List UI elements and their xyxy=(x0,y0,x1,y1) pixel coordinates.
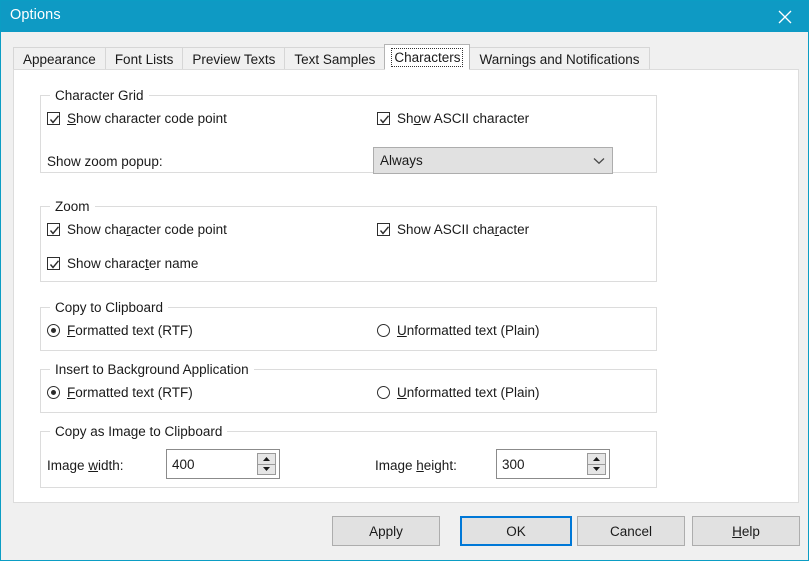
radio-insert-unformatted-plain[interactable]: Unformatted text (Plain) xyxy=(377,385,540,400)
tab-preview-texts[interactable]: Preview Texts xyxy=(182,47,286,70)
window-title: Options xyxy=(10,7,61,23)
cancel-button[interactable]: Cancel xyxy=(577,516,685,546)
checkbox-label: Show character name xyxy=(67,256,199,271)
spinner-buttons xyxy=(587,453,606,475)
help-button[interactable]: Help xyxy=(692,516,800,546)
group-legend: Character Grid xyxy=(50,88,149,103)
chevron-down-icon xyxy=(586,157,612,165)
image-width-value[interactable]: 400 xyxy=(167,450,257,478)
zoom-popup-label: Show zoom popup: xyxy=(47,154,163,169)
checkbox-grid-show-ascii[interactable]: Show ASCII character xyxy=(377,111,529,126)
checkmark-icon xyxy=(377,112,390,125)
tab-strip: Appearance Font Lists Preview Texts Text… xyxy=(13,44,650,70)
zoom-popup-value: Always xyxy=(380,153,423,168)
checkbox-label: Show character code point xyxy=(67,111,227,126)
radio-label: Formatted text (RTF) xyxy=(67,323,193,338)
options-dialog: Options Appearance Font Lists Preview Te… xyxy=(0,0,809,561)
apply-button[interactable]: Apply xyxy=(332,516,440,546)
radio-label: Unformatted text (Plain) xyxy=(397,323,540,338)
radio-label: Unformatted text (Plain) xyxy=(397,385,540,400)
checkbox-label: Show character code point xyxy=(67,222,227,237)
radio-insert-formatted-rtf[interactable]: Formatted text (RTF) xyxy=(47,385,193,400)
group-legend: Copy as Image to Clipboard xyxy=(50,424,228,439)
checkmark-icon xyxy=(47,223,60,236)
radio-dot-icon xyxy=(47,324,60,337)
radio-dot-icon xyxy=(377,386,390,399)
radio-copy-formatted-rtf[interactable]: Formatted text (RTF) xyxy=(47,323,193,338)
tab-text-samples[interactable]: Text Samples xyxy=(284,47,386,70)
checkmark-icon xyxy=(47,257,60,270)
checkbox-grid-show-code-point[interactable]: Show character code point xyxy=(47,111,227,126)
image-height-spinner[interactable]: 300 xyxy=(496,449,610,479)
tab-label: Preview Texts xyxy=(192,51,276,67)
radio-copy-unformatted-plain[interactable]: Unformatted text (Plain) xyxy=(377,323,540,338)
zoom-popup-dropdown[interactable]: Always xyxy=(373,147,613,174)
checkbox-label: Show ASCII character xyxy=(397,111,530,126)
image-height-value[interactable]: 300 xyxy=(497,450,587,478)
checkbox-zoom-show-code-point[interactable]: Show character code point xyxy=(47,222,227,237)
tab-label: Warnings and Notifications xyxy=(479,51,640,67)
tab-warnings-and-notifications[interactable]: Warnings and Notifications xyxy=(469,47,650,70)
triangle-up-icon[interactable] xyxy=(587,453,606,465)
checkbox-label: Show ASCII character xyxy=(397,222,530,237)
checkmark-icon xyxy=(377,223,390,236)
tab-appearance[interactable]: Appearance xyxy=(13,47,106,70)
spinner-buttons xyxy=(257,453,276,475)
image-height-label: Image height: xyxy=(375,458,457,473)
checkbox-zoom-show-ascii[interactable]: Show ASCII character xyxy=(377,222,529,237)
group-legend: Zoom xyxy=(50,199,95,214)
radio-dot-icon xyxy=(47,386,60,399)
tab-label: Appearance xyxy=(23,51,96,67)
radio-label: Formatted text (RTF) xyxy=(67,385,193,400)
radio-dot-icon xyxy=(377,324,390,337)
triangle-down-icon[interactable] xyxy=(587,464,606,475)
characters-tab-panel: Character Grid Show character code point… xyxy=(13,69,799,503)
image-width-label: Image width: xyxy=(47,458,124,473)
image-width-spinner[interactable]: 400 xyxy=(166,449,280,479)
group-legend: Copy to Clipboard xyxy=(50,300,169,315)
triangle-down-icon[interactable] xyxy=(257,464,276,475)
close-icon[interactable] xyxy=(762,1,808,32)
tab-label: Characters xyxy=(391,47,464,67)
ok-button[interactable]: OK xyxy=(460,516,572,546)
tab-label: Font Lists xyxy=(114,51,174,67)
tab-label: Text Samples xyxy=(294,51,376,67)
checkmark-icon xyxy=(47,112,60,125)
checkbox-zoom-show-character-name[interactable]: Show character name xyxy=(47,256,198,271)
group-legend: Insert to Background Application xyxy=(50,362,254,377)
title-bar: Options xyxy=(1,1,808,32)
triangle-up-icon[interactable] xyxy=(257,453,276,465)
tab-font-lists[interactable]: Font Lists xyxy=(104,47,184,70)
tab-characters[interactable]: Characters xyxy=(384,44,471,70)
